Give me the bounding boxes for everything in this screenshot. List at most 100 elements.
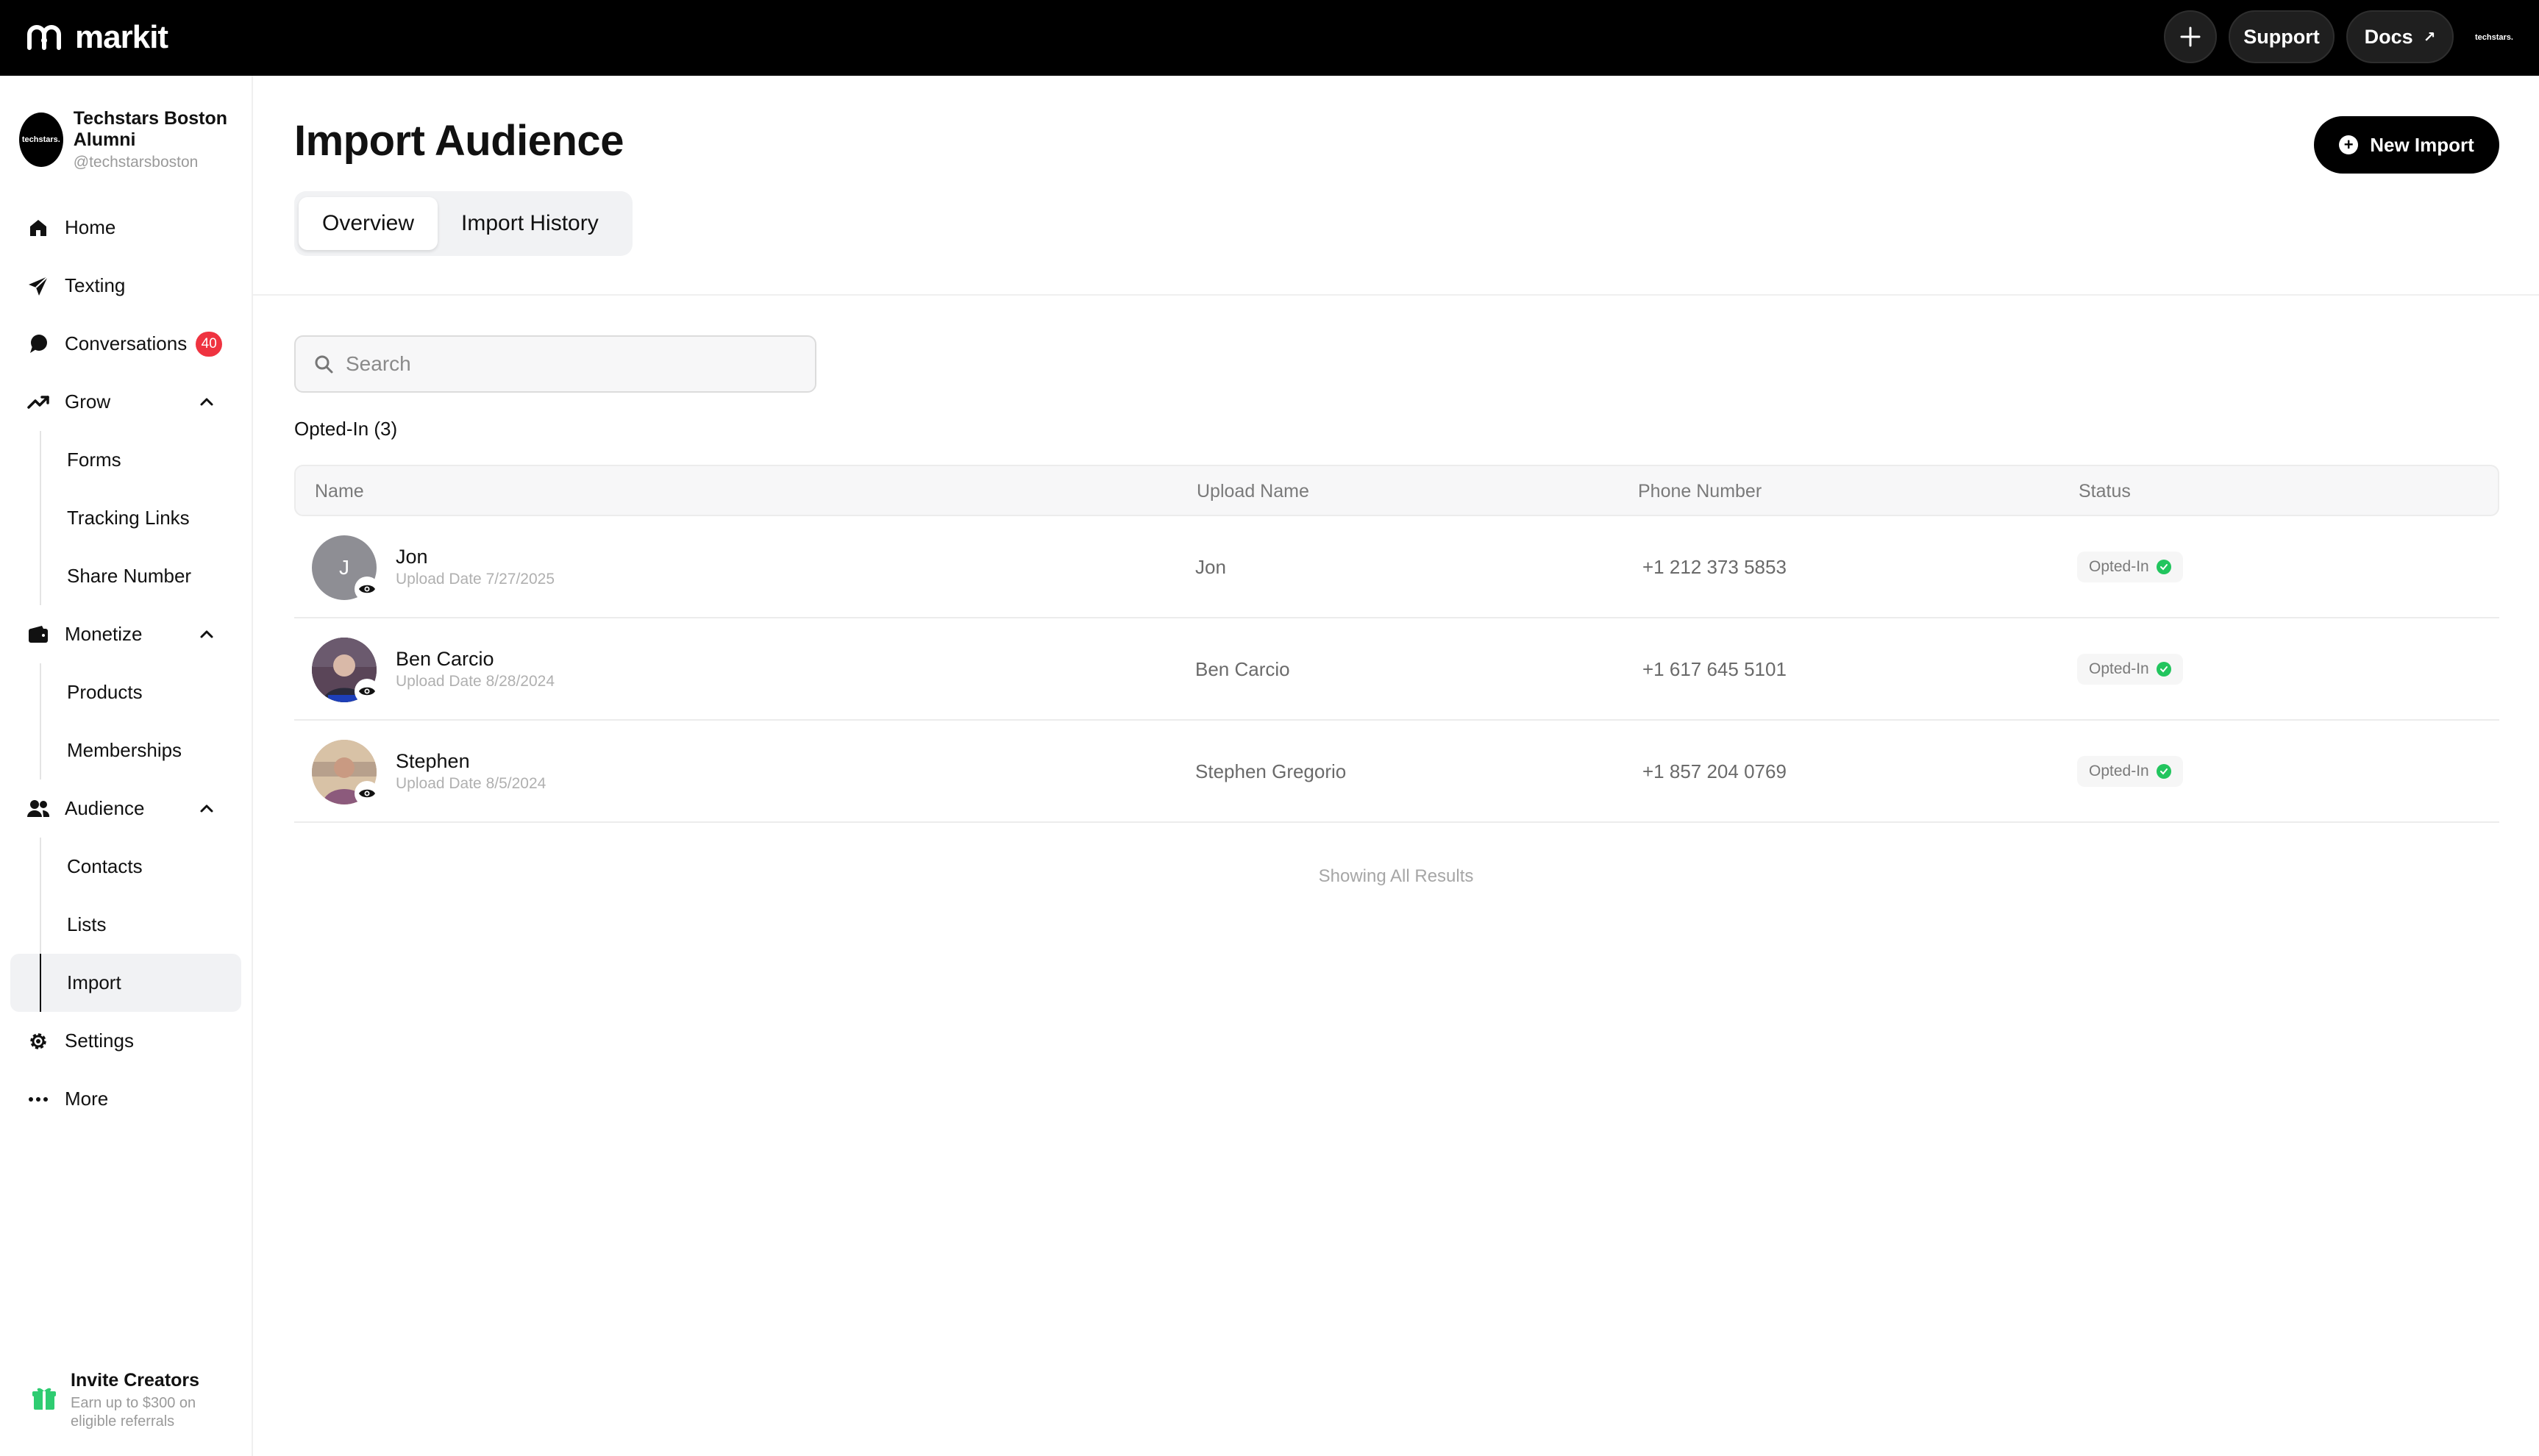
sidebar-item-label: Tracking Links bbox=[67, 507, 190, 529]
sidebar-item-texting[interactable]: Texting bbox=[10, 257, 241, 315]
upload-name: Ben Carcio bbox=[1195, 658, 1290, 680]
phone-number: +1 857 204 0769 bbox=[1642, 760, 1787, 782]
header-divider bbox=[253, 294, 2539, 296]
markit-logo-icon bbox=[27, 25, 61, 50]
eye-icon[interactable] bbox=[355, 679, 380, 704]
support-label: Support bbox=[2243, 25, 2320, 48]
support-button[interactable]: Support bbox=[2229, 10, 2335, 63]
send-icon bbox=[26, 274, 50, 298]
invite-creators-promo[interactable]: Invite Creators Earn up to $300 on eligi… bbox=[31, 1370, 240, 1431]
sidebar-item-audience[interactable]: Audience bbox=[10, 779, 241, 838]
account-switcher[interactable]: techstars. Techstars Boston Alumni @tech… bbox=[19, 108, 252, 171]
status-label: Opted-In bbox=[2089, 558, 2149, 575]
account-name: Techstars Boston Alumni bbox=[73, 108, 228, 150]
contact-name: Ben Carcio bbox=[396, 648, 494, 670]
sidebar-item-label: Home bbox=[65, 216, 116, 238]
contact-avatar[interactable] bbox=[312, 740, 380, 806]
sidebar-item-share-number[interactable]: Share Number bbox=[10, 547, 241, 605]
sidebar-item-label: Memberships bbox=[67, 739, 182, 761]
sidebar-item-home[interactable]: Home bbox=[10, 199, 241, 257]
invite-subtitle: Earn up to $300 on eligible referrals bbox=[71, 1395, 196, 1430]
column-header-upload-name[interactable]: Upload Name bbox=[1197, 481, 1309, 502]
column-header-status[interactable]: Status bbox=[2079, 481, 2131, 502]
unread-count-badge: 40 bbox=[196, 331, 223, 357]
create-button[interactable] bbox=[2164, 10, 2217, 63]
sidebar-item-label: Share Number bbox=[67, 565, 192, 587]
contact-name: Jon bbox=[396, 546, 428, 568]
plus-icon bbox=[2180, 26, 2201, 47]
upload-date: Upload Date 8/5/2024 bbox=[396, 775, 546, 792]
chat-bubble-icon bbox=[26, 332, 50, 356]
sidebar-item-label: Grow bbox=[65, 390, 111, 413]
markit-logo[interactable]: markit bbox=[25, 18, 168, 57]
table-row[interactable]: Ben Carcio Upload Date 8/28/2024 Ben Car… bbox=[294, 618, 2499, 721]
chevron-up-icon[interactable] bbox=[197, 799, 216, 818]
external-link-icon: ↗ bbox=[2423, 29, 2436, 46]
sidebar-item-label: Conversations bbox=[65, 332, 188, 354]
top-bar: markit Support Docs ↗ techstars. bbox=[0, 0, 2539, 76]
search-icon bbox=[315, 355, 333, 374]
sidebar: techstars. Techstars Boston Alumni @tech… bbox=[0, 76, 253, 1456]
sidebar-item-label: Forms bbox=[67, 449, 121, 471]
sidebar-item-more[interactable]: More bbox=[10, 1070, 241, 1128]
plus-circle-icon: + bbox=[2339, 135, 2359, 154]
search-input[interactable] bbox=[346, 352, 787, 376]
wallet-icon bbox=[26, 623, 50, 646]
sidebar-item-grow[interactable]: Grow bbox=[10, 373, 241, 431]
gear-icon bbox=[26, 1029, 50, 1053]
sidebar-item-products[interactable]: Products bbox=[10, 663, 241, 721]
status-badge: Opted-In bbox=[2077, 654, 2183, 685]
eye-icon[interactable] bbox=[355, 577, 380, 602]
app-name: markit bbox=[75, 19, 168, 55]
column-header-name[interactable]: Name bbox=[315, 481, 364, 502]
status-label: Opted-In bbox=[2089, 660, 2149, 677]
opted-in-count-label: Opted-In (3) bbox=[294, 418, 398, 440]
docs-button[interactable]: Docs ↗ bbox=[2346, 10, 2454, 63]
sidebar-item-import[interactable]: Import bbox=[10, 954, 241, 1012]
sidebar-item-label: Texting bbox=[65, 274, 126, 296]
new-import-label: New Import bbox=[2370, 133, 2474, 156]
sidebar-item-label: Contacts bbox=[67, 855, 143, 877]
sidebar-item-label: Lists bbox=[67, 913, 107, 935]
sidebar-item-conversations[interactable]: Conversations 40 bbox=[10, 315, 241, 373]
tab-overview[interactable]: Overview bbox=[299, 197, 438, 250]
account-handle: @techstarsboston bbox=[73, 154, 199, 171]
new-import-button[interactable]: + New Import bbox=[2314, 116, 2499, 174]
sidebar-item-label: Monetize bbox=[65, 623, 143, 645]
home-icon bbox=[26, 216, 50, 240]
table-row[interactable]: J Jon Upload Date 7/27/2025 Jon +1 212 3… bbox=[294, 516, 2499, 618]
check-circle-icon bbox=[2156, 560, 2171, 574]
contact-name: Stephen bbox=[396, 750, 470, 772]
user-avatar[interactable]: techstars. bbox=[2467, 10, 2521, 65]
status-badge: Opted-In bbox=[2077, 552, 2183, 582]
sidebar-nav: Home Texting Conversations 40 Grow Forms bbox=[10, 199, 241, 1128]
column-header-phone-number[interactable]: Phone Number bbox=[1638, 481, 1762, 502]
sidebar-item-label: Products bbox=[67, 681, 143, 703]
sidebar-item-tracking-links[interactable]: Tracking Links bbox=[10, 489, 241, 547]
sidebar-item-label: Audience bbox=[65, 797, 145, 819]
sidebar-item-settings[interactable]: Settings bbox=[10, 1012, 241, 1070]
search-box[interactable] bbox=[294, 335, 816, 393]
sidebar-item-contacts[interactable]: Contacts bbox=[10, 838, 241, 896]
chevron-up-icon[interactable] bbox=[197, 392, 216, 411]
sidebar-item-memberships[interactable]: Memberships bbox=[10, 721, 241, 779]
chevron-up-icon[interactable] bbox=[197, 624, 216, 643]
account-avatar: techstars. bbox=[19, 113, 63, 167]
trending-up-icon bbox=[26, 390, 50, 414]
table-row[interactable]: Stephen Upload Date 8/5/2024 Stephen Gre… bbox=[294, 721, 2499, 823]
more-dots-icon bbox=[26, 1088, 50, 1111]
phone-number: +1 617 645 5101 bbox=[1642, 658, 1787, 680]
table-header: Name Upload Name Phone Number Status bbox=[294, 465, 2499, 516]
contact-avatar[interactable] bbox=[312, 638, 380, 704]
tab-bar: Overview Import History bbox=[294, 191, 633, 256]
phone-number: +1 212 373 5853 bbox=[1642, 556, 1787, 578]
check-circle-icon bbox=[2156, 662, 2171, 677]
tab-import-history[interactable]: Import History bbox=[438, 197, 622, 250]
sidebar-item-forms[interactable]: Forms bbox=[10, 431, 241, 489]
sidebar-item-lists[interactable]: Lists bbox=[10, 896, 241, 954]
eye-icon[interactable] bbox=[355, 781, 380, 806]
contact-avatar[interactable]: J bbox=[312, 535, 380, 602]
page-title: Import Audience bbox=[294, 117, 624, 165]
sidebar-item-monetize[interactable]: Monetize bbox=[10, 605, 241, 663]
check-circle-icon bbox=[2156, 764, 2171, 779]
